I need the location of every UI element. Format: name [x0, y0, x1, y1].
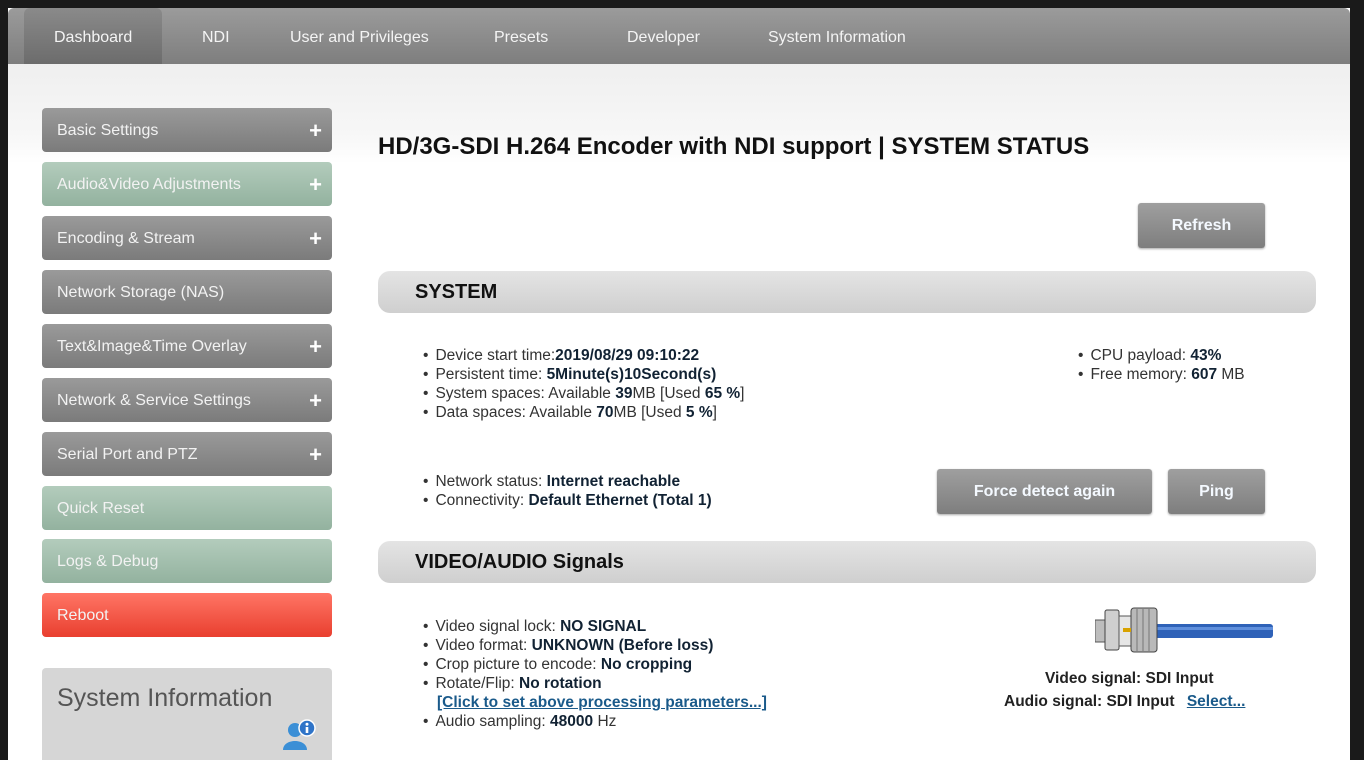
rotate-flip: Rotate/Flip: No rotation [423, 674, 767, 693]
sidebar-item-logs-debug[interactable]: Logs & Debug [42, 539, 332, 583]
signals-section-header: VIDEO/AUDIO Signals [378, 541, 1316, 583]
cpu-payload: CPU payload: 43% [1078, 346, 1245, 365]
top-navigation: Dashboard NDI User and Privileges Preset… [8, 8, 1350, 64]
video-format: Video format: UNKNOWN (Before loss) [423, 636, 767, 655]
tab-dashboard[interactable]: Dashboard [24, 8, 163, 64]
window-frame-left [0, 0, 8, 760]
sidebar-item-serial-port-ptz[interactable]: Serial Port and PTZ + [42, 432, 332, 476]
tab-presets[interactable]: Presets [494, 8, 548, 64]
page-title: HD/3G-SDI H.264 Encoder with NDI support… [378, 133, 1090, 160]
tab-system-information[interactable]: System Information [768, 8, 906, 64]
expand-plus-icon[interactable]: + [309, 324, 322, 370]
sidebar-item-encoding-stream[interactable]: Encoding & Stream + [42, 216, 332, 260]
system-information-panel[interactable]: System Information [42, 668, 332, 760]
tab-ndi[interactable]: NDI [202, 8, 230, 64]
persistent-time: Persistent time: 5Minute(s)10Second(s) [423, 365, 744, 384]
set-processing-params-link[interactable]: [Click to set above processing parameter… [437, 694, 767, 711]
video-signal-source: Video signal: SDI Input [1045, 670, 1214, 687]
video-signal-lock: Video signal lock: NO SIGNAL [423, 617, 767, 636]
free-memory: Free memory: 607 MB [1078, 365, 1244, 384]
sidebar-item-network-service-settings[interactable]: Network & Service Settings + [42, 378, 332, 422]
sidebar-item-reboot[interactable]: Reboot [42, 593, 332, 637]
system-information-title: System Information [57, 684, 273, 712]
sidebar-item-text-image-time-overlay[interactable]: Text&Image&Time Overlay + [42, 324, 332, 368]
sidebar-item-quick-reset[interactable]: Quick Reset [42, 486, 332, 530]
sidebar-item-label: Basic Settings [57, 122, 159, 139]
system-section-header: SYSTEM [378, 271, 1316, 313]
sidebar-item-label: Quick Reset [57, 500, 145, 517]
select-audio-source-link[interactable]: Select... [1187, 693, 1246, 710]
sidebar-item-network-storage[interactable]: Network Storage (NAS) [42, 270, 332, 314]
signals-list: Video signal lock: NO SIGNAL Video forma… [423, 617, 767, 731]
expand-plus-icon[interactable]: + [309, 108, 322, 154]
section-title: SYSTEM [415, 281, 498, 303]
sidebar-item-basic-settings[interactable]: Basic Settings + [42, 108, 332, 152]
sidebar-item-label: Network & Service Settings [57, 392, 251, 409]
sidebar-item-label: Text&Image&Time Overlay [57, 338, 247, 355]
system-spaces: System spaces: Available 39MB [Used 65 %… [423, 384, 744, 403]
ping-button[interactable]: Ping [1168, 469, 1265, 514]
force-detect-button[interactable]: Force detect again [937, 469, 1152, 514]
sidebar-item-label: Audio&Video Adjustments [57, 176, 241, 193]
connectivity: Connectivity: Default Ethernet (Total 1) [423, 491, 711, 510]
network-status: Network status: Internet reachable [423, 472, 712, 491]
sdi-cable-icon [1095, 607, 1273, 653]
expand-plus-icon[interactable]: + [309, 432, 322, 478]
expand-plus-icon[interactable]: + [309, 378, 322, 424]
expand-plus-icon[interactable]: + [309, 162, 322, 208]
network-stats-list: Network status: Internet reachable Conne… [423, 472, 712, 510]
sidebar-item-audio-video-adjustments[interactable]: Audio&Video Adjustments + [42, 162, 332, 206]
sidebar-item-label: Reboot [57, 607, 109, 624]
tab-user-and-privileges[interactable]: User and Privileges [290, 8, 429, 64]
sidebar-item-label: Serial Port and PTZ [57, 446, 198, 463]
resource-stats-list: CPU payload: 43% Free memory: 607 MB [1078, 346, 1245, 384]
sidebar-item-label: Network Storage (NAS) [57, 284, 225, 301]
window-frame-top [0, 0, 1364, 8]
audio-sampling: Audio sampling: 48000 Hz [423, 712, 767, 731]
refresh-button[interactable]: Refresh [1138, 203, 1265, 248]
data-spaces: Data spaces: Available 70MB [Used 5 %] [423, 403, 744, 422]
device-start-time: Device start time:2019/08/29 09:10:22 [423, 346, 744, 365]
user-info-icon[interactable] [282, 718, 318, 752]
crop-picture: Crop picture to encode: No cropping [423, 655, 767, 674]
expand-plus-icon[interactable]: + [309, 216, 322, 262]
processing-params-row: [Click to set above processing parameter… [423, 693, 767, 712]
sidebar-item-label: Logs & Debug [57, 553, 159, 570]
tab-developer[interactable]: Developer [627, 8, 700, 64]
window-frame-right [1350, 0, 1364, 760]
sidebar-item-label: Encoding & Stream [57, 230, 195, 247]
audio-signal-source: Audio signal: SDI Input Select... [1004, 693, 1246, 710]
system-stats-list: Device start time:2019/08/29 09:10:22 Pe… [423, 346, 744, 422]
section-title: VIDEO/AUDIO Signals [415, 551, 624, 573]
